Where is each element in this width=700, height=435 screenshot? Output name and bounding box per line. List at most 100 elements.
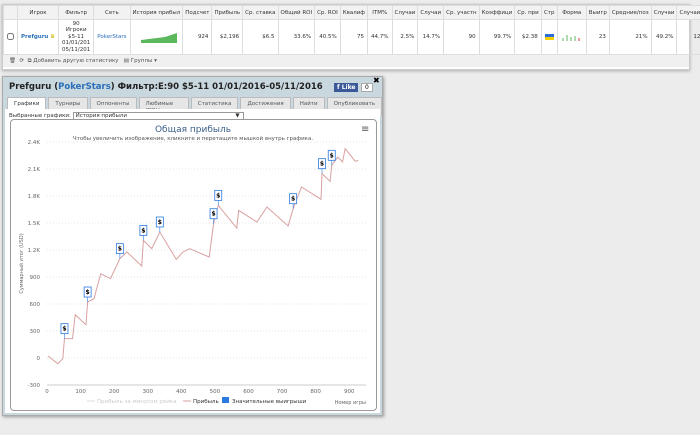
column-header[interactable]: Ср. участн [443,5,480,20]
row-checkbox[interactable] [7,32,14,40]
filter-line: $5-11 [68,33,85,40]
column-header[interactable]: Игрок [16,5,60,20]
legend-bigwins: Значительные выигрыши [232,399,307,405]
big-win-label: $ [62,326,66,333]
count-cell: 924 [182,19,213,55]
column-header[interactable]: Ср. при [514,5,542,20]
menu-icon[interactable]: ≡ [361,124,369,135]
big-win-label: $ [330,152,334,159]
x-tick-label: 600 [243,389,254,395]
player-name: Prefguru [9,82,52,92]
avg-stake-cell: $6.5 [242,19,279,55]
column-header[interactable]: Случаи [417,5,445,20]
big-win-label: $ [86,289,90,296]
y-axis-label: Суммарный итог (USD) [18,233,25,293]
y-tick-label: 1.8K [28,194,41,200]
column-header[interactable]: Квалиф [339,5,369,20]
column-header[interactable] [3,5,18,20]
player-link[interactable]: Prefguru [21,34,48,40]
table-row[interactable]: Prefguru ♛ 90 Игроки $5-11 01/01/201 05/11/2… [3,19,700,55]
column-header[interactable]: Ср. ROI [314,5,341,20]
add-stat-button[interactable]: ⧉ Добавить другую статистику [28,58,119,64]
profit-chart[interactable]: Общая прибыльЧтобы увеличить изображение… [11,120,376,410]
x-tick-label: 300 [142,389,153,395]
column-header[interactable]: Сеть [93,5,131,20]
network-name[interactable]: PokerStars [58,82,111,92]
column-header[interactable]: Ср. ставка [242,5,279,20]
big-win-label: $ [291,196,295,203]
filter-line: 05/11/201 [62,46,91,53]
x-tick-label: 800 [310,389,321,395]
groups-label: Группы ▾ [130,58,157,64]
like-count: 0 [361,83,373,92]
form-sparkline [556,19,587,55]
y-tick-label: -300 [28,383,41,389]
column-header[interactable]: Форма [556,5,587,20]
column-header[interactable]: Стр [540,5,558,20]
close-icon[interactable]: ✖ [373,76,380,85]
coef-cell: 99.7% [478,19,516,55]
y-tick-label: 600 [30,302,41,308]
column-header[interactable]: Коэффици [478,5,516,20]
big-win-label: $ [141,227,145,234]
y-tick-label: 1.2K [28,248,41,254]
chart-title: Общая прибыль [155,125,231,135]
x-tick-label: 200 [109,389,120,395]
rank-icon: ♛ [50,34,56,40]
big-win-label: $ [216,192,220,199]
y-tick-label: 300 [30,329,41,335]
groups-button[interactable]: ▤ Группы ▾ [124,58,157,64]
cases-cell: 49.2% [650,19,678,55]
refresh-icon[interactable]: ⟳ [19,58,24,64]
panel-title: Prefguru (PokerStars) Фильтр:E:90 $5-11 … [9,82,323,92]
column-header[interactable]: Выигр [585,5,610,20]
big-win-label: $ [320,161,324,168]
column-header[interactable]: Подсчет [182,5,213,20]
player-panel: Prefguru (PokerStars) Фильтр:E:90 $5-11 … [2,76,383,416]
x-tick-label: 0 [45,389,49,395]
filter-text: Фильтр:E:90 $5-11 01/01/2016-05/11/2016 [117,82,323,92]
x-axis-label: Номер игры [335,400,366,406]
facebook-like-button[interactable]: f Like [334,83,359,92]
big-win-label: $ [158,219,162,226]
avg-participants-cell: 90 [443,19,480,55]
column-header[interactable]: Случаи [650,5,678,20]
like-label: Like [341,84,356,91]
country-flag-icon [540,19,558,55]
qualif-cell: 75 [339,19,369,55]
legend-rake: Прибыль за минусом рейка [97,398,177,405]
x-tick-label: 100 [75,389,86,395]
column-header[interactable]: Фильтр [58,5,95,20]
add-stat-label: Добавить другую статистику [33,58,119,64]
column-header[interactable]: Средние/поз [608,5,652,20]
column-header[interactable]: Случаи поз [676,5,700,20]
cases-pos-cell: 12.6% [676,19,700,55]
column-header[interactable]: Общий ROI [277,5,316,20]
profit-sparkline [129,19,184,55]
cases-cell: 2.5% [391,19,419,55]
x-tick-label: 400 [176,389,187,395]
column-header[interactable]: Случаи [391,5,419,20]
network-link[interactable]: PokerStars [93,19,131,55]
table-footer: 🗑 ⟳ ⧉ Добавить другую статистику ▤ Групп… [3,55,689,67]
y-tick-label: 900 [30,275,41,281]
column-header[interactable]: ITM% [367,5,393,20]
x-tick-label: 700 [277,389,288,395]
filter-line: Игроки [65,27,87,34]
itm-cell: 44.7% [367,19,393,55]
big-win-label: $ [118,246,122,253]
y-tick-label: 0 [37,356,41,362]
legend-bigwins-swatch [222,397,229,403]
y-tick-label: 2.1K [28,167,41,173]
column-header[interactable]: Прибыль [211,5,244,20]
x-tick-label: 900 [344,389,355,395]
filter-line: 90 [72,20,80,27]
trash-icon[interactable]: 🗑 [9,58,16,64]
avg-prize-cell: $2.38 [514,19,542,55]
chart-subtitle: Чтобы увеличить изображение, кликните и … [73,135,313,142]
filter-line: 01/01/201 [62,40,91,47]
total-roi-cell: 33.6% [277,19,316,55]
wins-cell: 23 [585,19,610,55]
column-header[interactable]: История прибыл [129,5,184,20]
y-tick-label: 2.4K [28,140,41,146]
